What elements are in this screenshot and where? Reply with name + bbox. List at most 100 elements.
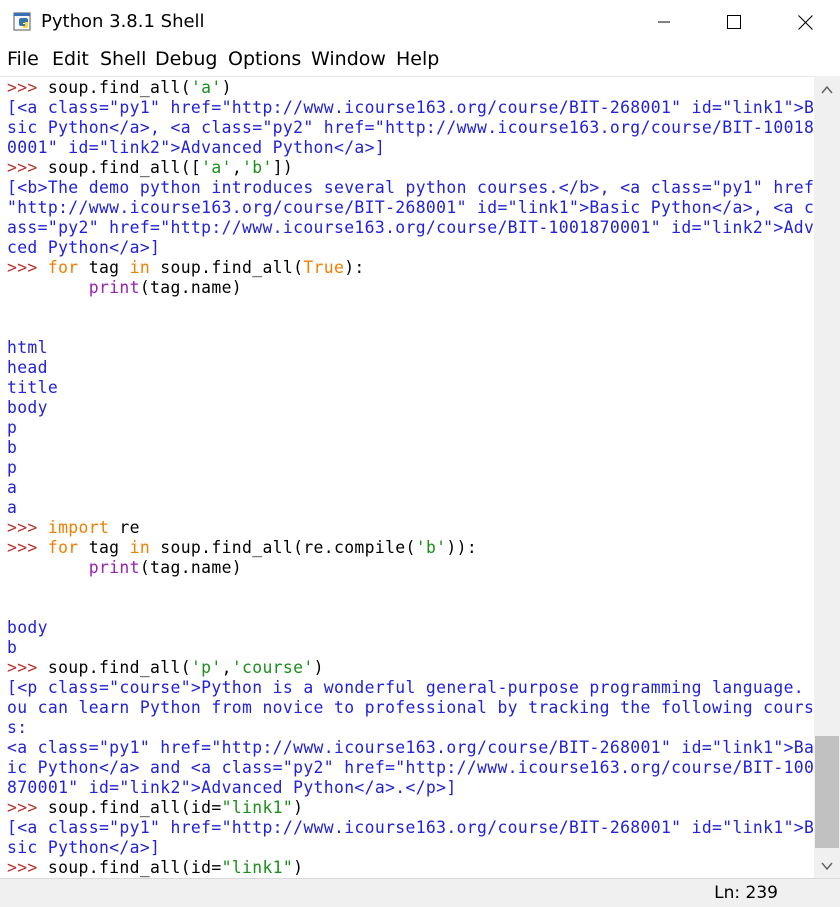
vertical-scrollbar[interactable] [814, 76, 840, 878]
status-bar: Ln: 239 [0, 878, 840, 907]
shell-output-line: a [7, 478, 17, 498]
token-out: sic Python</a>] [7, 838, 161, 857]
token-code: ) [293, 858, 304, 877]
shell-output-line: [<b>The demo python introduces several p… [7, 178, 814, 198]
scroll-up-arrow-icon[interactable] [820, 82, 834, 96]
token-code: , [231, 158, 243, 177]
token-out: ass="py2" href="http://www.icourse163.or… [7, 218, 814, 237]
shell-output-line: p [7, 418, 17, 438]
token-out: [<p class="course">Python is a wonderful… [7, 678, 814, 697]
shell-input-line: >>> import re [7, 518, 140, 538]
token-prompt: >>> [7, 518, 48, 537]
token-out: p [7, 458, 18, 477]
shell-output-line: b [7, 638, 17, 658]
token-code: , [221, 658, 232, 677]
token-code: ) [313, 658, 324, 677]
token-code: (tag.name) [139, 558, 243, 577]
shell-output-line: title [7, 378, 58, 398]
token-str: 'a' [190, 78, 222, 97]
shell-input-line: >>> soup.find_all('p','course') [7, 658, 324, 678]
token-code: soup.find_all( [150, 258, 304, 277]
token-code: soup.find_all(id= [47, 798, 222, 817]
minimize-icon [658, 21, 670, 23]
shell-input-line: >>> soup.find_all(['a','b']) [7, 158, 293, 178]
menu-options[interactable]: Options [228, 48, 301, 70]
shell-output-line: ass="py2" href="http://www.icourse163.or… [7, 218, 814, 238]
token-out: 0001" id="link2">Advanced Python</a>] [7, 138, 386, 157]
token-prompt: >>> [7, 858, 48, 877]
token-prompt: >>> [7, 158, 48, 177]
token-code: tag [78, 258, 130, 277]
token-out: [<b>The demo python introduces several p… [7, 178, 814, 197]
token-kw: in [129, 258, 151, 277]
menu-shell[interactable]: Shell [100, 48, 146, 70]
token-code: soup.find_all([ [47, 158, 202, 177]
shell-output-line: sic Python</a>] [7, 838, 160, 858]
scrollbar-thumb[interactable] [815, 736, 839, 848]
token-kw: for [47, 538, 79, 557]
token-code: re [109, 518, 140, 537]
token-str: 'b' [415, 538, 447, 557]
token-out: <a class="py1" href="http://www.icourse1… [7, 738, 814, 757]
shell-output-line: body [7, 398, 48, 418]
shell-output-line: 870001" id="link2">Advanced Python</a>.<… [7, 778, 457, 798]
shell-output-line: p [7, 458, 17, 478]
token-out: s: [7, 718, 28, 737]
close-icon [797, 14, 813, 30]
token-out: body [7, 618, 48, 637]
token-out: b [7, 438, 18, 457]
shell-input-line: >>> soup.find_all('a') [7, 78, 232, 98]
shell-output-line: s: [7, 718, 27, 738]
token-out: body [7, 398, 48, 417]
menu-file[interactable]: File [7, 48, 39, 70]
token-code [7, 278, 89, 297]
token-str: 'course' [231, 658, 314, 677]
token-out: ic Python</a> and <a class="py2" href="h… [7, 758, 814, 777]
token-out: "http://www.icourse163.org/course/BIT-26… [7, 198, 814, 217]
scroll-down-arrow-icon[interactable] [820, 858, 834, 872]
token-code: )): [446, 538, 478, 557]
shell-output-line: print(tag.name) [7, 558, 242, 578]
shell-output-line: ic Python</a> and <a class="py2" href="h… [7, 758, 814, 778]
token-bi: print [88, 558, 140, 577]
shell-text-area[interactable]: >>> soup.find_all('a') [<a class="py1" hr… [0, 76, 814, 878]
token-out: [<a class="py1" href="http://www.icourse… [7, 818, 814, 837]
menu-debug[interactable]: Debug [155, 48, 217, 70]
token-code: soup.find_all(re.compile( [150, 538, 416, 557]
token-out: sic Python</a>, <a class="py2" href="htt… [7, 118, 814, 137]
menu-edit[interactable]: Edit [52, 48, 89, 70]
token-code: soup.find_all( [47, 78, 191, 97]
shell-output-line: <a class="py1" href="http://www.icourse1… [7, 738, 814, 758]
minimize-button[interactable] [629, 0, 699, 44]
token-prompt: >>> [7, 798, 48, 817]
token-out: title [7, 378, 59, 397]
token-code [7, 558, 89, 577]
token-code: ) [221, 78, 232, 97]
token-prompt: >>> [7, 658, 48, 677]
menu-help[interactable]: Help [396, 48, 439, 70]
token-code: tag [78, 538, 130, 557]
shell-output-line: b [7, 438, 17, 458]
maximize-icon [727, 15, 741, 29]
token-prompt: >>> [7, 538, 48, 557]
token-str: "link1" [221, 858, 294, 877]
token-kw: True [303, 258, 345, 277]
shell-output-line: [<a class="py1" href="http://www.icourse… [7, 98, 814, 118]
token-str: 'p' [190, 658, 222, 677]
token-prompt: >>> [7, 258, 48, 277]
shell-input-line: >>> for tag in soup.find_all(True): [7, 258, 365, 278]
token-out: html [7, 338, 48, 357]
token-out: 870001" id="link2">Advanced Python</a>.<… [7, 778, 457, 797]
shell-input-line: >>> for tag in soup.find_all(re.compile(… [7, 538, 477, 558]
token-str: 'b' [242, 158, 273, 177]
menu-bar: File Edit Shell Debug Options Window Hel… [0, 44, 840, 76]
close-button[interactable] [770, 0, 840, 44]
shell-output-line: body [7, 618, 48, 638]
token-code: soup.find_all( [47, 658, 191, 677]
token-out: a [7, 498, 18, 517]
token-kw: in [129, 538, 151, 557]
token-out: p [7, 418, 18, 437]
menu-window[interactable]: Window [311, 48, 386, 70]
maximize-button[interactable] [699, 0, 769, 44]
shell-output-line: html [7, 338, 48, 358]
